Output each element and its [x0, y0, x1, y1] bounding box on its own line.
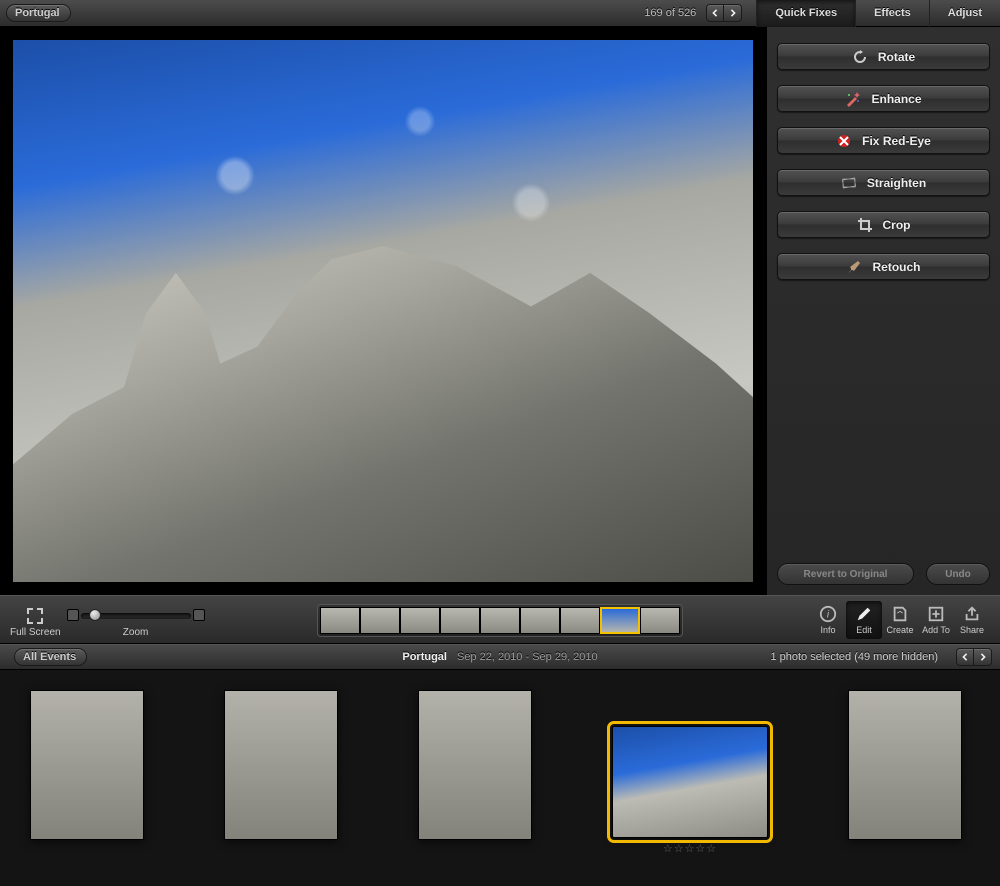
rotate-button[interactable]: Rotate: [777, 43, 990, 70]
all-events-button[interactable]: All Events: [14, 648, 87, 666]
crop-button[interactable]: Crop: [777, 211, 990, 238]
filmstrip-thumb[interactable]: [520, 607, 560, 634]
lower-toolbar: Full Screen Zoom i Info Edit: [0, 595, 1000, 644]
event-thumb[interactable]: [848, 690, 962, 840]
photo-counter: 169 of 526: [644, 7, 696, 19]
zoom-slider[interactable]: [81, 613, 191, 619]
rating-stars[interactable]: ☆☆☆☆☆: [663, 842, 717, 855]
prev-photo-button[interactable]: [706, 4, 724, 22]
filmstrip-thumb[interactable]: [560, 607, 600, 634]
filmstrip: [317, 604, 683, 637]
tab-adjust[interactable]: Adjust: [929, 0, 1000, 27]
brush-icon: [847, 259, 863, 275]
retouch-button[interactable]: Retouch: [777, 253, 990, 280]
filmstrip-thumb[interactable]: [400, 607, 440, 634]
event-thumb[interactable]: [224, 690, 338, 840]
event-thumb[interactable]: [418, 690, 532, 840]
tab-effects[interactable]: Effects: [855, 0, 929, 27]
zoom-control: Zoom: [81, 608, 191, 638]
addto-mode-button[interactable]: Add To: [918, 601, 954, 639]
edit-area: Rotate Enhance Fix Red-Eye Straighten Cr…: [0, 27, 1000, 595]
panel-bottom-buttons: Revert to Original Undo: [777, 563, 990, 585]
arrow-right-icon: [729, 9, 737, 17]
rotate-icon: [852, 49, 868, 65]
filmstrip-thumb[interactable]: [480, 607, 520, 634]
edit-mode-tabs: Quick Fixes Effects Adjust: [756, 0, 1000, 27]
filmstrip-thumb[interactable]: [440, 607, 480, 634]
pencil-icon: [855, 605, 873, 623]
photo-viewer: [0, 27, 766, 595]
lower-left-controls: Full Screen Zoom: [10, 602, 191, 638]
share-icon: [963, 605, 981, 623]
filmstrip-thumb[interactable]: [360, 607, 400, 634]
info-icon: i: [819, 605, 837, 623]
create-icon: [891, 605, 909, 623]
events-header: All Events Portugal Sep 22, 2010 - Sep 2…: [0, 644, 1000, 670]
straighten-button[interactable]: Straighten: [777, 169, 990, 196]
zoom-slider-knob[interactable]: [89, 609, 101, 621]
next-photo-button[interactable]: [724, 4, 742, 22]
events-thumbnail-strip[interactable]: ☆☆☆☆☆: [0, 670, 1000, 886]
svg-text:i: i: [827, 609, 830, 620]
mode-buttons: i Info Edit Create Add To Share: [810, 601, 990, 639]
prev-event-button[interactable]: [956, 648, 974, 666]
main-photo[interactable]: [12, 39, 754, 583]
revert-button[interactable]: Revert to Original: [777, 563, 914, 585]
redeye-icon: [836, 133, 852, 149]
undo-button[interactable]: Undo: [926, 563, 990, 585]
enhance-button[interactable]: Enhance: [777, 85, 990, 112]
tab-quick-fixes[interactable]: Quick Fixes: [756, 0, 855, 27]
fullscreen-icon: [27, 608, 43, 624]
straighten-icon: [841, 175, 857, 191]
share-mode-button[interactable]: Share: [954, 601, 990, 639]
selection-status: 1 photo selected (49 more hidden): [770, 651, 938, 663]
arrow-left-icon: [961, 653, 969, 661]
back-button[interactable]: Portugal: [6, 4, 71, 22]
arrow-left-icon: [711, 9, 719, 17]
quick-fixes-panel: Rotate Enhance Fix Red-Eye Straighten Cr…: [766, 27, 1000, 595]
top-toolbar: Portugal 169 of 526 Quick Fixes Effects …: [0, 0, 1000, 27]
event-date-range: Sep 22, 2010 - Sep 29, 2010: [457, 651, 598, 663]
filmstrip-thumb[interactable]: [320, 607, 360, 634]
event-title-block: Portugal Sep 22, 2010 - Sep 29, 2010: [402, 651, 597, 663]
info-mode-button[interactable]: i Info: [810, 601, 846, 639]
filmstrip-thumb-selected[interactable]: [600, 607, 640, 634]
event-title: Portugal: [402, 651, 447, 663]
filmstrip-thumb[interactable]: [640, 607, 680, 634]
fix-redeye-button[interactable]: Fix Red-Eye: [777, 127, 990, 154]
arrow-right-icon: [979, 653, 987, 661]
event-thumb-selected[interactable]: ☆☆☆☆☆: [612, 726, 768, 838]
wand-icon: [845, 91, 861, 107]
back-button-label: Portugal: [15, 7, 60, 19]
create-mode-button[interactable]: Create: [882, 601, 918, 639]
event-thumb[interactable]: [30, 690, 144, 840]
event-nav-arrows: [956, 648, 992, 666]
next-event-button[interactable]: [974, 648, 992, 666]
plus-icon: [927, 605, 945, 623]
photo-nav-arrows: [706, 4, 742, 22]
fullscreen-button[interactable]: Full Screen: [10, 608, 61, 638]
crop-icon: [857, 217, 873, 233]
edit-mode-button[interactable]: Edit: [846, 601, 882, 639]
